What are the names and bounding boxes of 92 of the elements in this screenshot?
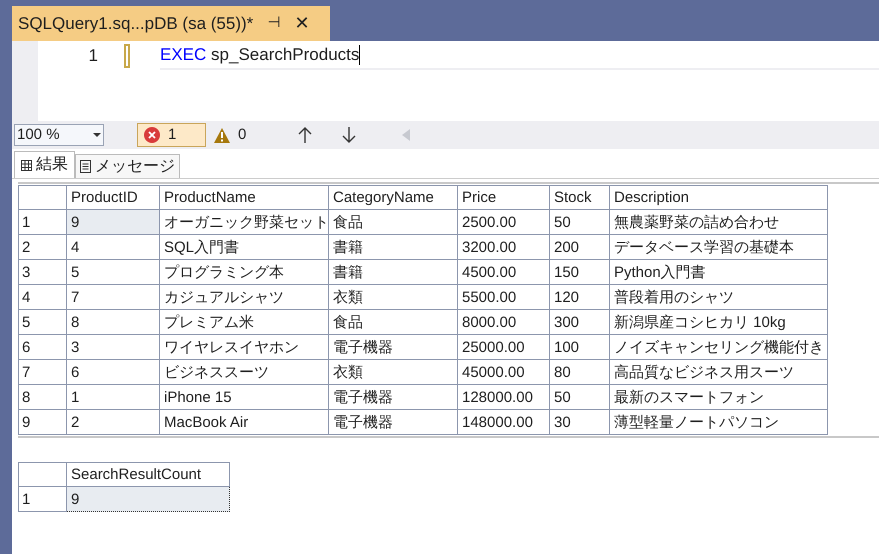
table-cell: 衣類 <box>328 284 458 310</box>
table-cell: ノイズキャンセリング機能付き <box>610 334 828 360</box>
table-cell: 書籍 <box>328 260 458 284</box>
corner-header <box>18 462 66 486</box>
table-cell: 薄型軽量ノートパソコン <box>610 410 828 434</box>
table-cell: 5500.00 <box>458 284 550 310</box>
row-header[interactable]: 6 <box>18 334 66 360</box>
table-cell: 7 <box>66 284 160 310</box>
result-tab[interactable]: メッセージ <box>75 154 180 178</box>
table-cell: 5 <box>66 260 160 284</box>
table-cell: 最新のスマートフォン <box>610 384 828 410</box>
row-header[interactable]: 1 <box>18 210 66 234</box>
table-cell: 150 <box>550 260 610 284</box>
table-cell: 100 <box>550 334 610 360</box>
grid-icon <box>21 160 32 170</box>
document-tab[interactable]: SQLQuery1.sq...pDB (sa (55))* ⊣ ✕ <box>12 6 330 41</box>
table-cell: 電子機器 <box>328 334 458 360</box>
dropdown-caret-icon <box>93 133 101 137</box>
table-cell: ワイヤレスイヤホン <box>160 334 328 360</box>
errors-button[interactable]: 1 <box>137 123 206 147</box>
line-number: 1 <box>88 45 98 68</box>
close-icon[interactable]: ✕ <box>294 10 310 37</box>
table-cell: iPhone 15 <box>160 384 328 410</box>
table-cell: 80 <box>550 360 610 384</box>
table-cell: 45000.00 <box>458 360 550 384</box>
row-header[interactable]: 2 <box>18 234 66 260</box>
change-marker <box>124 44 130 68</box>
table-cell: 6 <box>66 360 160 384</box>
row-header[interactable]: 3 <box>18 260 66 284</box>
table-cell: 電子機器 <box>328 384 458 410</box>
zoom-dropdown[interactable]: 100 % <box>14 124 104 146</box>
table-cell: 8000.00 <box>458 310 550 334</box>
table-cell: ビジネススーツ <box>160 360 328 384</box>
row-header[interactable]: 4 <box>18 284 66 310</box>
table-cell: 300 <box>550 310 610 334</box>
table-cell: 2 <box>66 410 160 434</box>
result-tab[interactable]: 結果 <box>14 151 75 178</box>
table-cell: 書籍 <box>328 234 458 260</box>
down-arrow-icon[interactable] <box>342 127 356 143</box>
column-header[interactable]: SearchResultCount <box>66 462 230 486</box>
table-cell: SQL入門書 <box>160 234 328 260</box>
table-cell: 食品 <box>328 310 458 334</box>
column-header[interactable]: ProductID <box>66 186 160 210</box>
table-cell: 8 <box>66 310 160 334</box>
table-cell: 高品質なビジネス用スーツ <box>610 360 828 384</box>
table-cell: 148000.00 <box>458 410 550 434</box>
table-cell: 50 <box>550 384 610 410</box>
table-cell: 9 <box>66 210 160 234</box>
warning-icon <box>214 128 230 142</box>
table-cell: 3200.00 <box>458 234 550 260</box>
row-header[interactable]: 1 <box>18 486 66 512</box>
table-cell: 電子機器 <box>328 410 458 434</box>
column-header[interactable]: ProductName <box>160 186 328 210</box>
table-cell: 食品 <box>328 210 458 234</box>
tab-title: SQLQuery1.sq...pDB (sa (55))* <box>18 12 254 35</box>
table-cell: 128000.00 <box>458 384 550 410</box>
column-header[interactable]: Stock <box>550 186 610 210</box>
row-header[interactable]: 9 <box>18 410 66 434</box>
table-cell: 無農薬野菜の詰め合わせ <box>610 210 828 234</box>
table-cell: Python入門書 <box>610 260 828 284</box>
column-header[interactable]: Description <box>610 186 828 210</box>
pin-icon[interactable]: ⊣ <box>267 12 280 35</box>
row-header[interactable]: 5 <box>18 310 66 334</box>
table-cell: 25000.00 <box>458 334 550 360</box>
column-header[interactable]: CategoryName <box>328 186 458 210</box>
table-cell: 3 <box>66 334 160 360</box>
table-cell: カジュアルシャツ <box>160 284 328 310</box>
warnings-button[interactable]: 0 <box>210 123 250 147</box>
table-cell: MacBook Air <box>160 410 328 434</box>
table-cell: 9 <box>66 486 230 512</box>
table-cell: 4 <box>66 234 160 260</box>
table-cell: 普段着用のシャツ <box>610 284 828 310</box>
table-cell: データベース学習の基礎本 <box>610 234 828 260</box>
up-arrow-icon[interactable] <box>298 127 312 143</box>
corner-header <box>18 186 66 210</box>
row-header[interactable]: 8 <box>18 384 66 410</box>
table-cell: 衣類 <box>328 360 458 384</box>
table-cell: 200 <box>550 234 610 260</box>
table-cell: 1 <box>66 384 160 410</box>
table-cell: 50 <box>550 210 610 234</box>
table-cell: 120 <box>550 284 610 310</box>
table-cell: 4500.00 <box>458 260 550 284</box>
table-cell: オーガニック野菜セット <box>160 210 328 234</box>
table-cell: 2500.00 <box>458 210 550 234</box>
table-cell: プレミアム米 <box>160 310 328 334</box>
row-header[interactable]: 7 <box>18 360 66 384</box>
error-icon <box>144 127 160 143</box>
column-header[interactable]: Price <box>458 186 550 210</box>
table-cell: 30 <box>550 410 610 434</box>
document-icon <box>80 160 91 173</box>
table-cell: プログラミング本 <box>160 260 328 284</box>
table-cell: 新潟県産コシヒカリ 10kg <box>610 310 828 334</box>
